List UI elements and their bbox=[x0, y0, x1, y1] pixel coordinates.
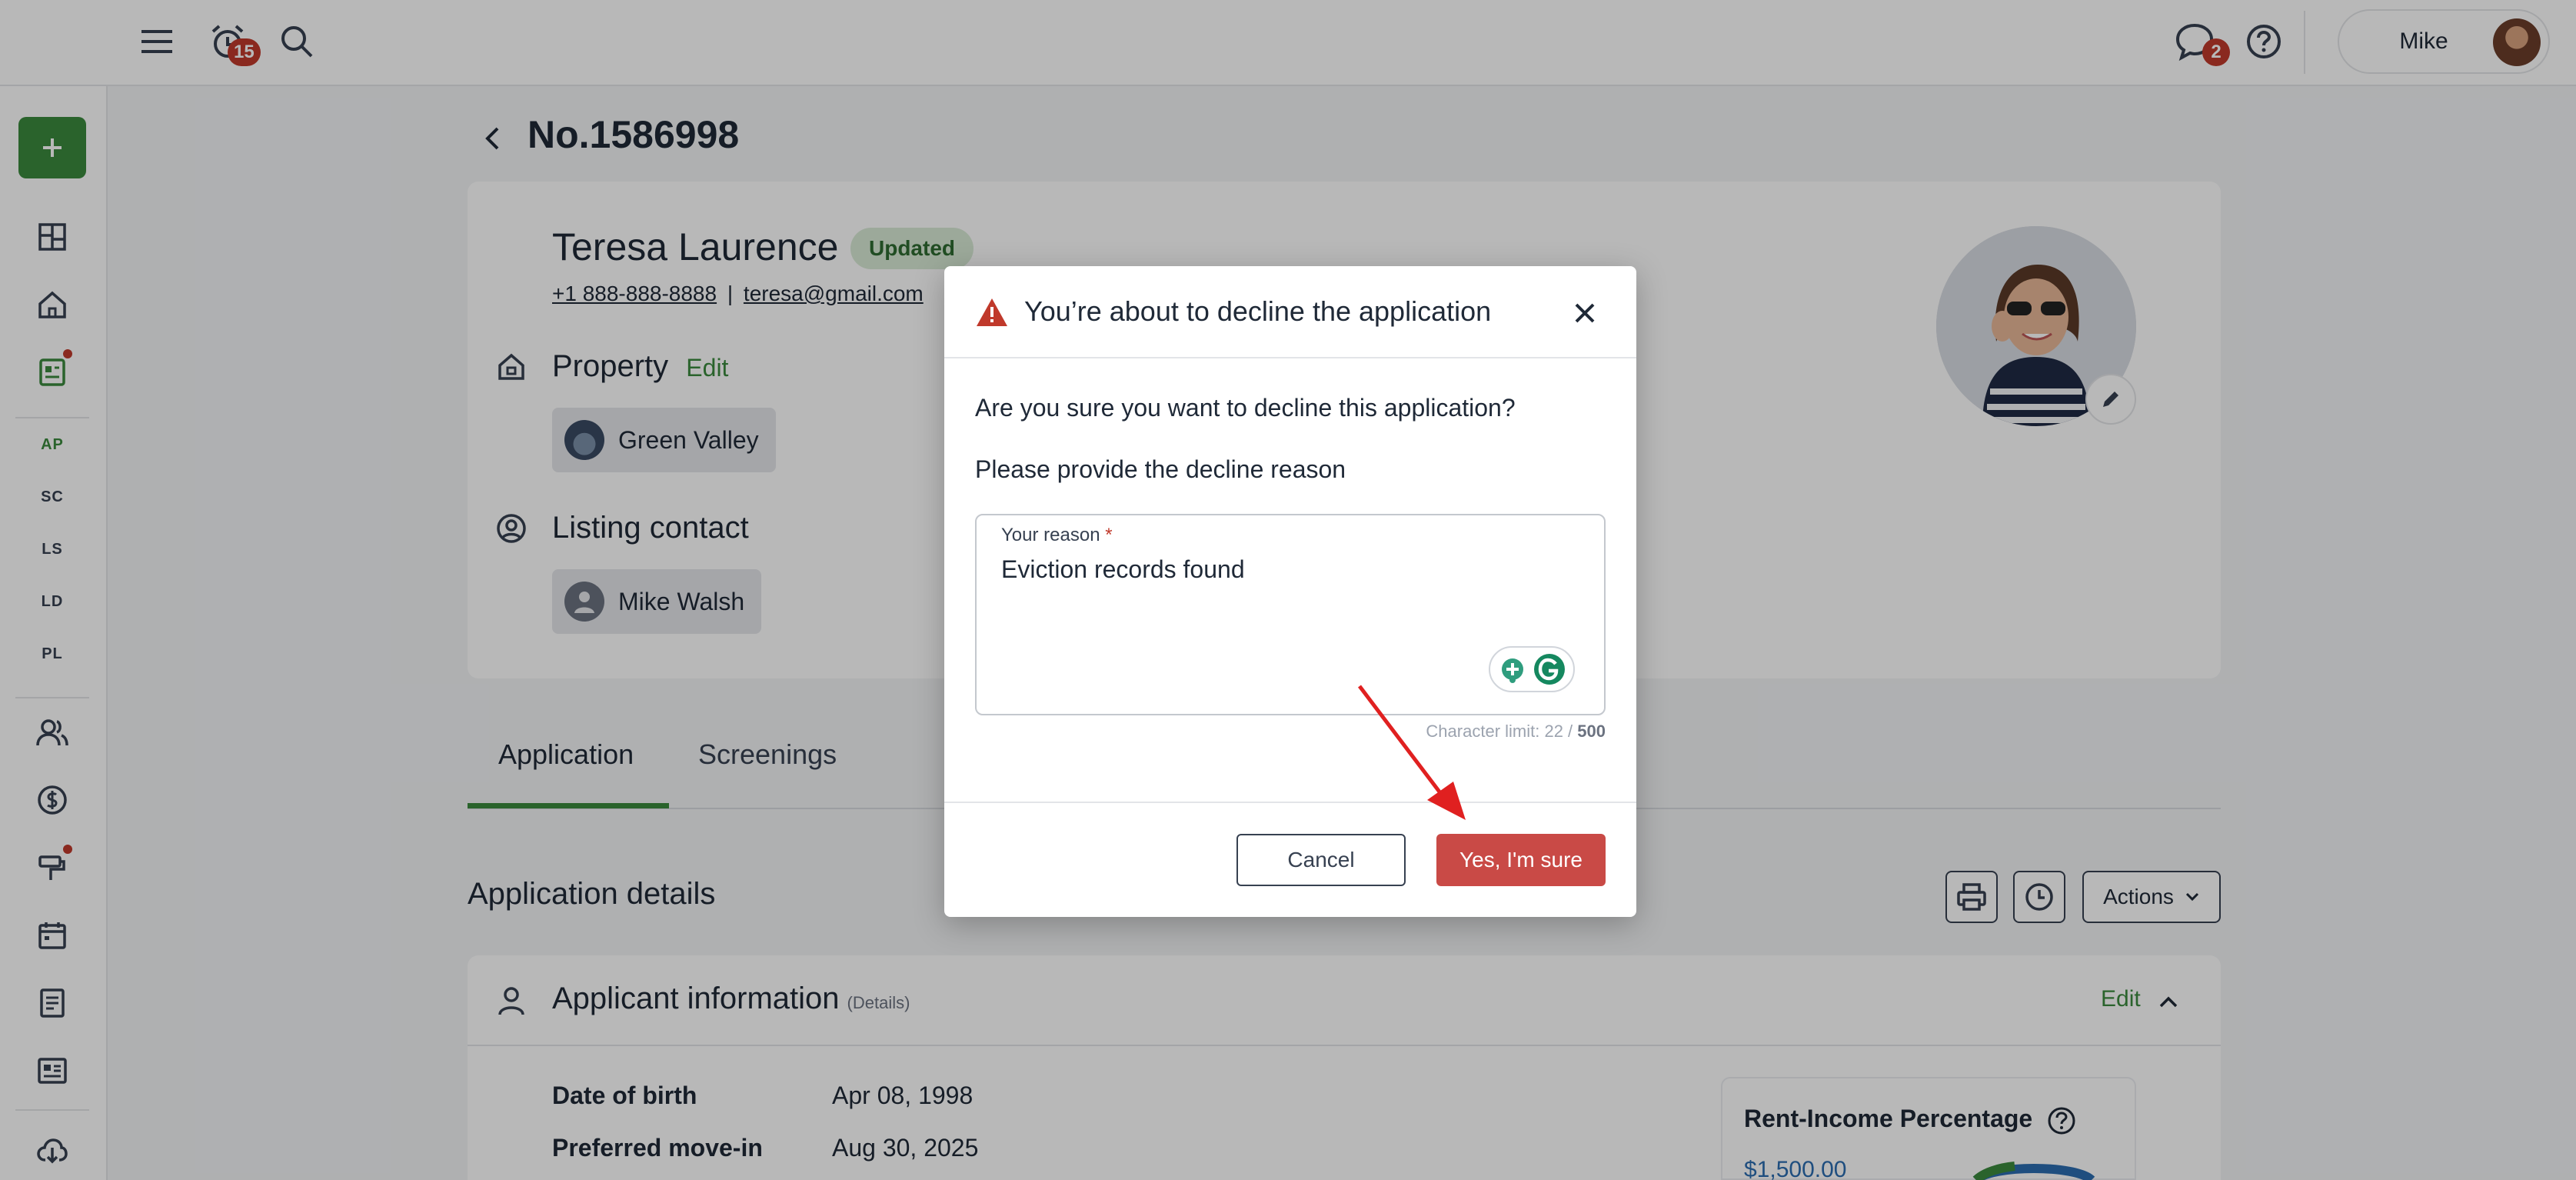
character-limit-text: Character limit: 22 / bbox=[1426, 722, 1573, 741]
character-limit: Character limit: 22 / 500 bbox=[1426, 722, 1606, 742]
dialog-question: Are you sure you want to decline this ap… bbox=[975, 394, 1516, 422]
required-marker: * bbox=[1105, 525, 1113, 545]
grammar-assistant-widget[interactable] bbox=[1489, 646, 1575, 692]
cancel-button[interactable]: Cancel bbox=[1236, 834, 1406, 886]
decline-reason-field[interactable]: Your reason * Eviction records found bbox=[975, 514, 1606, 715]
warning-icon bbox=[977, 298, 1007, 326]
field-label-text: Your reason bbox=[1001, 525, 1100, 545]
dialog-title: You’re about to decline the application bbox=[1024, 295, 1492, 327]
decline-dialog: You’re about to decline the application … bbox=[944, 266, 1636, 917]
confirm-decline-button[interactable]: Yes, I'm sure bbox=[1436, 834, 1606, 886]
grammar-g-icon bbox=[1534, 654, 1565, 685]
field-label: Your reason * bbox=[1001, 525, 1113, 546]
dialog-footer-divider bbox=[944, 802, 1636, 803]
character-limit-max: 500 bbox=[1577, 722, 1606, 741]
dialog-instruction: Please provide the decline reason bbox=[975, 455, 1346, 483]
spark-icon bbox=[1502, 658, 1523, 683]
field-value: Eviction records found bbox=[1001, 555, 1245, 583]
dialog-header: You’re about to decline the application bbox=[944, 266, 1636, 358]
close-icon[interactable] bbox=[1566, 294, 1604, 332]
